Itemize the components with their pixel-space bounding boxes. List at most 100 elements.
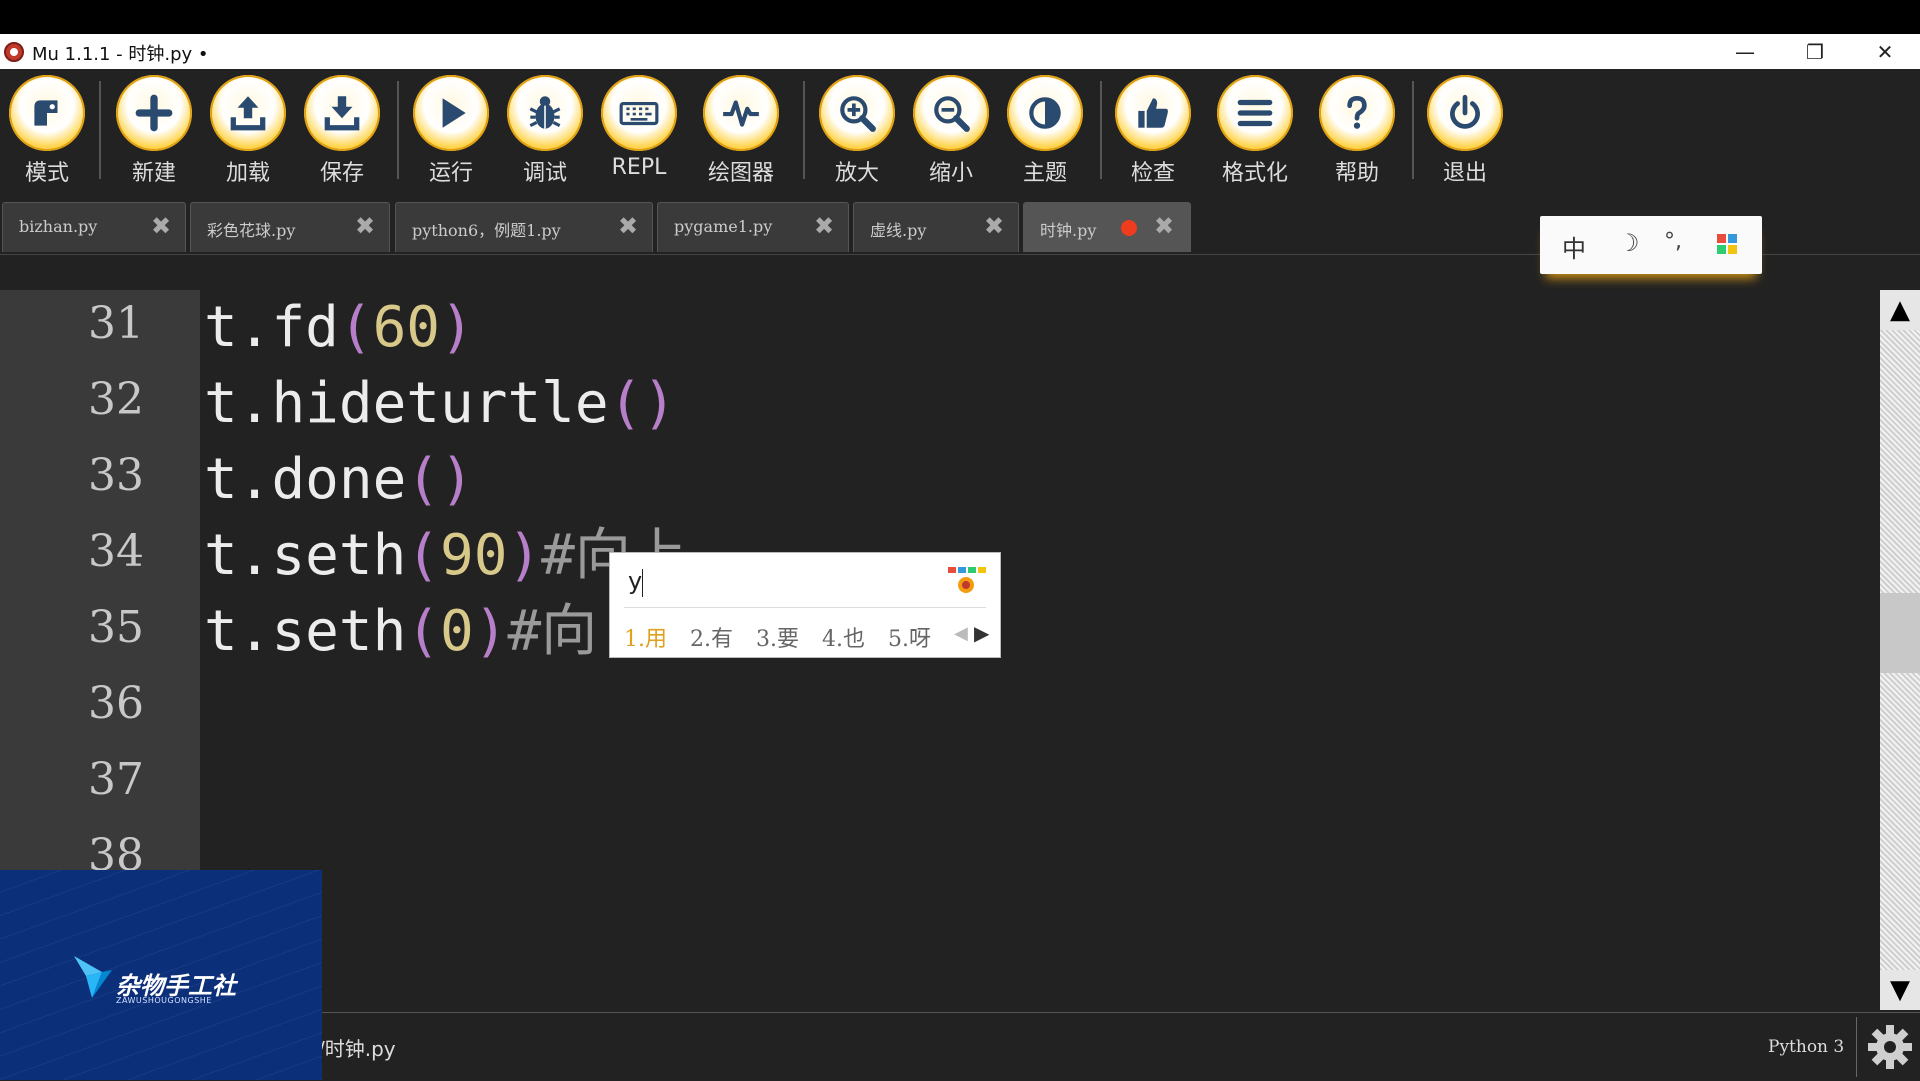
help-button[interactable]: 帮助 (1314, 75, 1400, 187)
zoom-out-button[interactable]: 缩小 (908, 75, 994, 187)
run-button[interactable]: 运行 (408, 75, 494, 187)
moon-icon[interactable]: ☽ (1618, 229, 1640, 257)
list-icon (1217, 75, 1293, 151)
watermark-subtitle: ZAWUSHOUGONGSHE (116, 996, 212, 1005)
ime-composition-text: y (628, 567, 643, 595)
tab-close-icon[interactable]: ✖ (353, 212, 377, 240)
ime-candidate[interactable]: 1.用 (624, 621, 667, 653)
new-label: 新建 (131, 161, 176, 186)
code-line[interactable]: t.fd(60) (204, 290, 474, 366)
file-path: /时钟.py (318, 1037, 396, 1061)
line-number: 36 (88, 678, 144, 729)
tab-close-icon[interactable]: ✖ (616, 212, 640, 240)
tab-label: 虚线.py (870, 221, 927, 240)
save-label: 保存 (319, 161, 364, 186)
code-line[interactable]: t.hideturtle() (204, 366, 676, 442)
theme-button[interactable]: 主题 (1002, 75, 1088, 187)
ime-skin-icon[interactable] (946, 565, 990, 595)
line-number: 38 (88, 830, 144, 870)
vertical-scrollbar[interactable]: ▲ ▼ (1880, 290, 1920, 1010)
line-number: 37 (88, 754, 144, 805)
new-button[interactable]: 新建 (111, 75, 197, 187)
toolbar: 模式 新建 加载 保存 运行 调试 REPL 绘图器 放大 缩小 主题 检查 格… (0, 69, 1920, 187)
bug-icon (507, 75, 583, 151)
ime-prev-page-icon[interactable]: ◀ (954, 623, 968, 644)
ime-chinese-mode-toggle[interactable]: 中 (1562, 229, 1586, 264)
line-number-gutter: 31 32 33 34 35 36 37 38 (0, 290, 200, 870)
ime-candidate[interactable]: 3.要 (756, 621, 799, 653)
minimize-button[interactable]: — (1710, 34, 1780, 69)
ime-candidate-window[interactable]: y 1.用 2.有 3.要 4.也 5.呀 ◀ ▶ (609, 552, 1001, 658)
code-editor[interactable]: t.fd(60) t.hideturtle() t.done() t.seth(… (200, 290, 1880, 1011)
line-number: 34 (88, 526, 144, 577)
scroll-track[interactable] (1880, 330, 1920, 970)
tab-label: bizhan.py (19, 217, 98, 236)
debug-button[interactable]: 调试 (502, 75, 588, 187)
toolbox-grid-icon[interactable] (1716, 229, 1738, 257)
power-icon (1427, 75, 1503, 151)
load-button[interactable]: 加载 (205, 75, 291, 187)
tab-bizhan[interactable]: bizhan.py ✖ (2, 202, 186, 252)
check-button[interactable]: 检查 (1110, 75, 1196, 187)
tab-label: pygame1.py (674, 217, 773, 236)
ime-status-bar[interactable]: 中 ☽ °, (1540, 216, 1762, 274)
toolbar-separator (1100, 81, 1102, 179)
code-line[interactable]: t.seth(0)#向 (204, 594, 597, 670)
contrast-icon (1007, 75, 1083, 151)
window-title: Mu 1.1.1 - 时钟.py • (32, 44, 209, 65)
ime-candidate[interactable]: 2.有 (690, 621, 733, 653)
mu-app-icon (4, 42, 24, 62)
scroll-thumb[interactable] (1880, 593, 1920, 673)
mode-button[interactable]: 模式 (4, 75, 90, 187)
keyboard-icon (601, 75, 677, 151)
tab-label: python6，例题1.py (412, 221, 561, 240)
theme-label: 主题 (1022, 161, 1067, 186)
tab-close-icon[interactable]: ✖ (149, 212, 173, 240)
check-label: 检查 (1130, 161, 1175, 186)
quit-button[interactable]: 退出 (1422, 75, 1508, 187)
plotter-button[interactable]: 绘图器 (698, 75, 784, 187)
toolbar-separator (397, 81, 399, 179)
close-window-button[interactable]: ✕ (1850, 34, 1920, 69)
tab-caisehuaqiu[interactable]: 彩色花球.py ✖ (190, 202, 390, 252)
brand-logo-icon (74, 956, 112, 998)
line-number: 32 (88, 374, 144, 425)
zoom-in-button[interactable]: 放大 (814, 75, 900, 187)
ime-divider (624, 607, 986, 608)
toolbar-separator (803, 81, 805, 179)
scroll-up-icon[interactable]: ▲ (1880, 290, 1920, 330)
tidy-button[interactable]: 格式化 (1212, 75, 1298, 187)
save-button[interactable]: 保存 (299, 75, 385, 187)
repl-button[interactable]: REPL (596, 75, 682, 187)
gear-icon[interactable] (1866, 1023, 1914, 1071)
tab-python6[interactable]: python6，例题1.py ✖ (395, 202, 653, 252)
scroll-down-icon[interactable]: ▼ (1880, 970, 1920, 1010)
mode-icon (9, 75, 85, 151)
tab-close-icon[interactable]: ✖ (982, 212, 1006, 240)
tab-label: 时钟.py (1040, 221, 1097, 240)
punctuation-icon[interactable]: °, (1664, 229, 1682, 254)
zoom-out-icon (913, 75, 989, 151)
tab-pygame1[interactable]: pygame1.py ✖ (657, 202, 849, 252)
run-label: 运行 (428, 161, 473, 186)
debug-label: 调试 (522, 161, 567, 186)
ime-candidate[interactable]: 4.也 (822, 621, 865, 653)
tab-xuxian[interactable]: 虚线.py ✖ (853, 202, 1019, 252)
status-separator (1856, 1017, 1857, 1077)
restore-button[interactable]: ❐ (1780, 34, 1850, 69)
tab-close-icon[interactable]: ✖ (812, 212, 836, 240)
upload-icon (210, 75, 286, 151)
load-label: 加载 (225, 161, 270, 186)
ime-candidate[interactable]: 5.呀 (888, 621, 931, 653)
text-caret (642, 569, 643, 597)
tab-close-icon[interactable]: ✖ (1152, 212, 1176, 240)
line-number: 35 (88, 602, 144, 653)
tab-shizhong[interactable]: 时钟.py ✖ (1023, 202, 1191, 252)
mode-label: 模式 (24, 161, 69, 186)
plotter-label: 绘图器 (707, 161, 774, 186)
ime-next-page-icon[interactable]: ▶ (974, 621, 989, 645)
plus-icon (116, 75, 192, 151)
python-mode-indicator[interactable]: Python 3 (1768, 1037, 1844, 1057)
code-line[interactable]: t.done() (204, 442, 474, 518)
channel-watermark: 杂物手工社 ZAWUSHOUGONGSHE (0, 870, 322, 1080)
